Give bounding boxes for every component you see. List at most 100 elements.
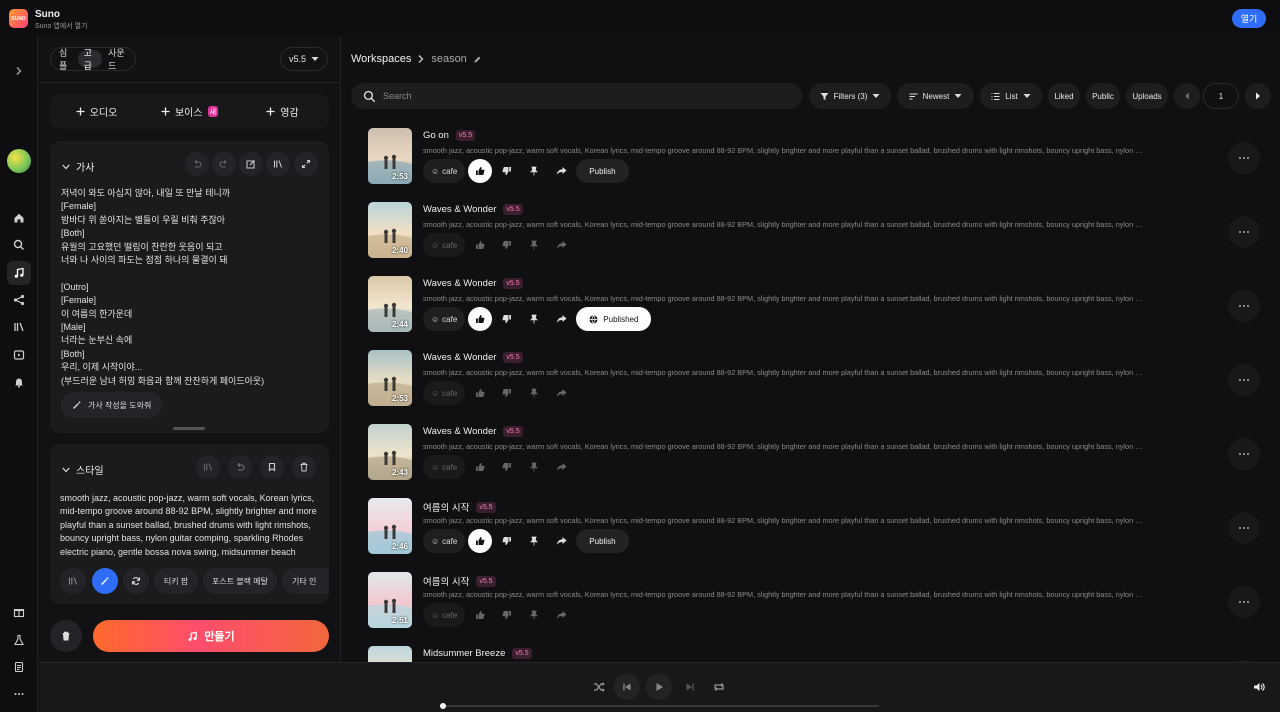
style-tag-chip[interactable]: 포스트 블랙 메탈 [203, 568, 277, 594]
share-icon[interactable] [7, 288, 31, 312]
style-library-button[interactable] [196, 455, 220, 479]
gift-icon[interactable] [7, 600, 31, 624]
song-row[interactable]: 2:53 Waves & Wonder v5.5 smooth jazz, ac… [342, 345, 1280, 419]
public-filter-button[interactable]: Public [1086, 83, 1120, 109]
song-title[interactable]: Waves & Wonder [423, 352, 496, 363]
pencil-icon[interactable] [473, 55, 482, 64]
avatar[interactable] [7, 149, 31, 173]
pin-button[interactable] [522, 455, 546, 479]
song-cover[interactable]: 2:53 [368, 350, 412, 406]
share-button[interactable] [549, 233, 573, 257]
version-select[interactable]: v5.5 [280, 47, 328, 71]
next-button[interactable] [677, 674, 703, 700]
style-bookmark-button[interactable] [260, 455, 284, 479]
edit-lyrics-button[interactable] [239, 152, 263, 176]
add-voice-button[interactable]: 보이스 새 [143, 94, 236, 129]
add-inspiration-button[interactable]: 영감 [236, 94, 329, 129]
page-number[interactable]: 1 [1203, 83, 1239, 109]
music-create-icon[interactable] [7, 261, 31, 285]
resize-handle[interactable] [173, 427, 205, 430]
dislike-button[interactable] [495, 233, 519, 257]
dislike-button[interactable] [495, 603, 519, 627]
expand-lyrics-button[interactable] [294, 152, 318, 176]
lyrics-header[interactable]: 가사 [62, 159, 94, 174]
home-icon[interactable] [7, 206, 31, 230]
search-bar[interactable]: Search [351, 83, 802, 109]
more-icon[interactable] [7, 682, 31, 706]
mode-advanced[interactable]: 고급 [77, 48, 103, 71]
song-title[interactable]: Waves & Wonder [423, 278, 496, 289]
workspace-chip[interactable]: ☺ cafe [423, 381, 466, 405]
like-button[interactable] [468, 455, 492, 479]
share-button[interactable] [549, 307, 573, 331]
more-options-button[interactable] [1228, 438, 1260, 470]
pin-button[interactable] [522, 603, 546, 627]
more-options-button[interactable] [1228, 142, 1260, 174]
dislike-button[interactable] [495, 159, 519, 183]
song-row[interactable]: 2:53 Go on v5.5 smooth jazz, acoustic po… [342, 123, 1280, 197]
more-options-button[interactable] [1228, 512, 1260, 544]
previous-button[interactable] [614, 674, 640, 700]
publish-button[interactable]: Publish [576, 159, 629, 183]
dislike-button[interactable] [495, 455, 519, 479]
style-tag-library-button[interactable] [60, 568, 86, 594]
like-button[interactable] [468, 603, 492, 627]
song-row[interactable]: 2:43 Waves & Wonder v5.5 smooth jazz, ac… [342, 419, 1280, 493]
song-cover[interactable]: 2:43 [368, 424, 412, 480]
song-cover[interactable]: 2:51 [368, 572, 412, 628]
pin-button[interactable] [522, 381, 546, 405]
lyrics-help-button[interactable]: 가사 작성을 도와줘 [61, 392, 163, 418]
add-audio-button[interactable]: 오디오 [50, 94, 143, 129]
shuffle-button[interactable] [586, 674, 612, 700]
style-magic-button[interactable] [92, 568, 118, 594]
style-tag-chip[interactable]: 티키 팝 [154, 568, 198, 594]
song-row[interactable]: 2:46 여름의 시작 v5.5 smooth jazz, acoustic p… [342, 493, 1280, 567]
more-options-button[interactable] [1228, 290, 1260, 322]
workspace-chip[interactable]: ☺ cafe [423, 455, 466, 479]
liked-filter-button[interactable]: Liked [1048, 83, 1080, 109]
uploads-filter-button[interactable]: Uploads [1126, 83, 1168, 109]
style-refresh-button[interactable] [123, 568, 149, 594]
published-button[interactable]: Published [576, 307, 652, 331]
song-cover[interactable] [368, 646, 412, 662]
studio-icon[interactable] [7, 343, 31, 367]
progress-track[interactable] [443, 705, 879, 707]
prev-page-button[interactable] [1174, 83, 1200, 109]
like-button[interactable] [468, 529, 493, 553]
share-button[interactable] [549, 603, 573, 627]
progress-knob[interactable] [440, 703, 446, 709]
search-input[interactable]: Search [383, 91, 412, 101]
song-cover[interactable]: 2:40 [368, 202, 412, 258]
workspace-chip[interactable]: ☺ cafe [423, 603, 466, 627]
song-row[interactable]: 2:44 Waves & Wonder v5.5 smooth jazz, ac… [342, 271, 1280, 345]
lyrics-text[interactable]: 저녁이 와도 아십지 않아, 내일 또 만날 테니까 [Female] 밤바다 … [61, 187, 321, 388]
workspace-chip[interactable]: ☺ cafe [423, 307, 466, 331]
style-undo-button[interactable] [228, 455, 252, 479]
open-app-button[interactable]: 열기 [1232, 9, 1266, 28]
like-button[interactable] [468, 307, 493, 331]
pin-button[interactable] [522, 159, 546, 183]
style-header[interactable]: 스타일 [62, 462, 104, 477]
workspace-chip[interactable]: ☺ cafe [423, 159, 466, 183]
song-title[interactable]: Go on [423, 130, 449, 141]
chevron-right-icon[interactable] [7, 59, 31, 83]
song-title[interactable]: Waves & Wonder [423, 204, 496, 215]
song-title[interactable]: Midsummer Breeze [423, 648, 505, 659]
song-cover[interactable]: 2:44 [368, 276, 412, 332]
document-icon[interactable] [7, 655, 31, 679]
pin-button[interactable] [522, 233, 546, 257]
more-options-button[interactable] [1228, 216, 1260, 248]
filters-button[interactable]: Filters (3) [809, 83, 891, 109]
notification-icon[interactable] [7, 370, 31, 394]
redo-button[interactable] [212, 152, 236, 176]
volume-button[interactable] [1246, 674, 1272, 700]
pin-button[interactable] [522, 307, 546, 331]
play-button[interactable] [646, 674, 672, 700]
song-row[interactable]: Midsummer Breeze v5.5 smooth jazz, acous… [342, 641, 1280, 662]
lab-icon[interactable] [7, 628, 31, 652]
like-button[interactable] [468, 381, 492, 405]
share-button[interactable] [549, 159, 573, 183]
song-row[interactable]: 2:51 여름의 시작 v5.5 smooth jazz, acoustic p… [342, 567, 1280, 641]
next-page-button[interactable] [1245, 83, 1271, 109]
clear-all-button[interactable] [50, 620, 82, 652]
